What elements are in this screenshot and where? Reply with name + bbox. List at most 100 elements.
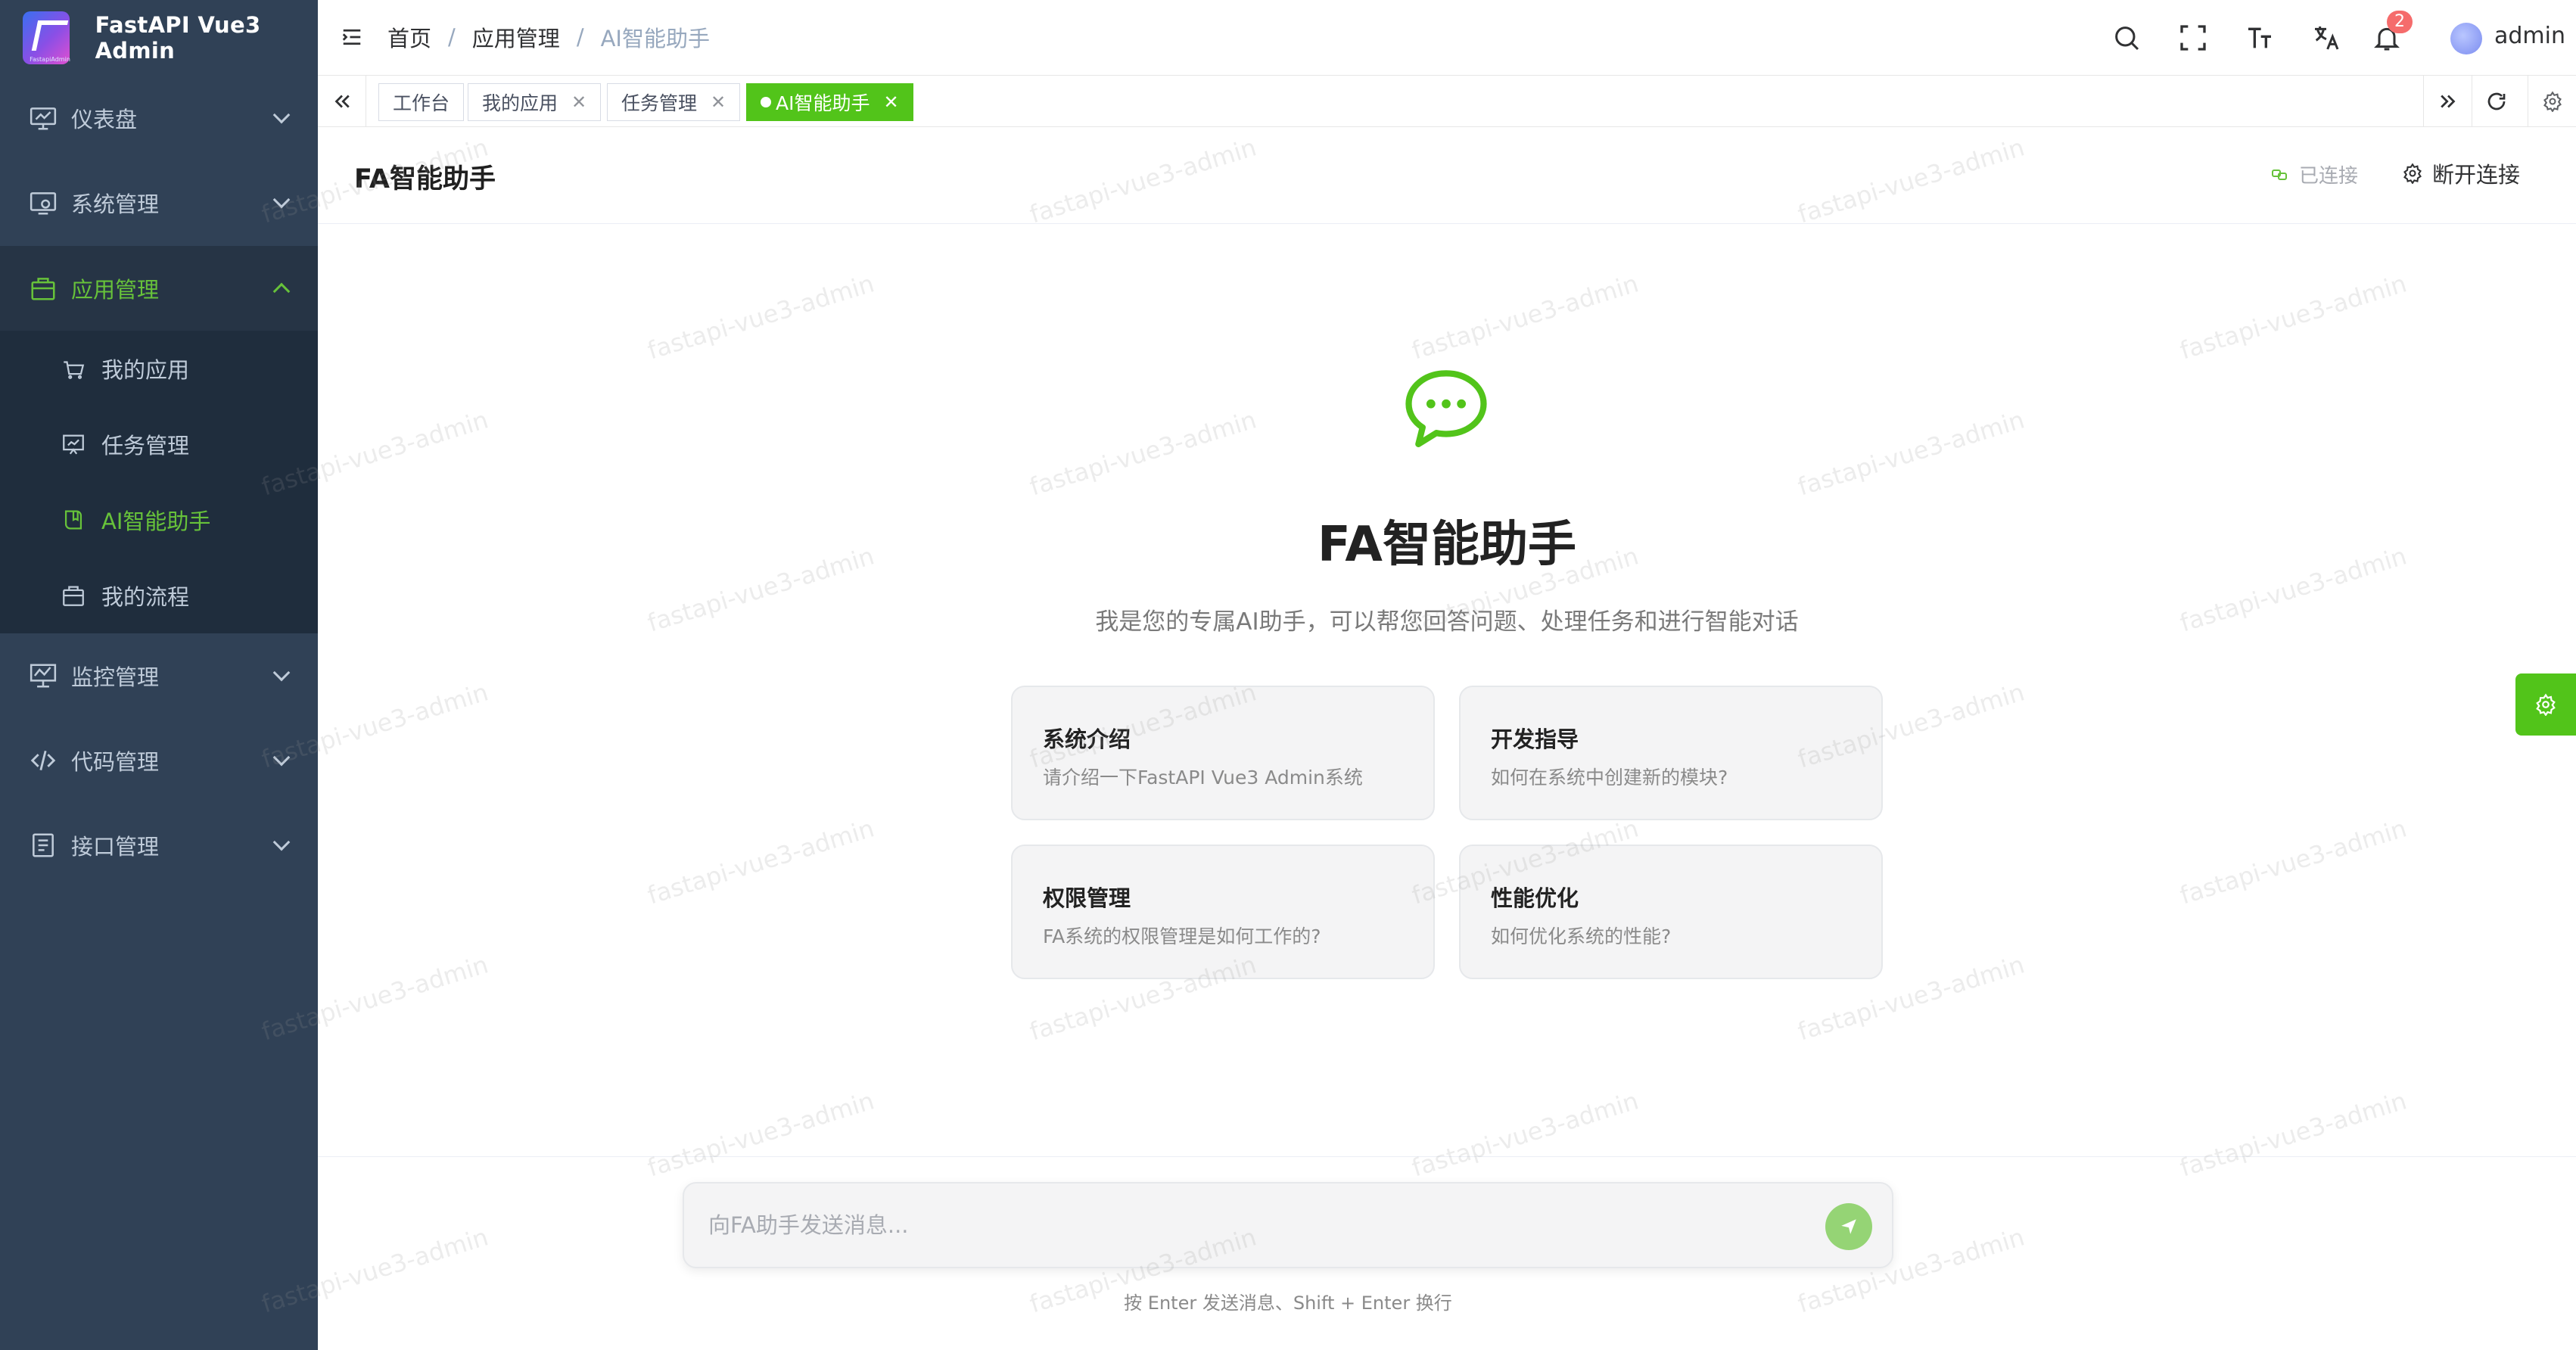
app-logo: FastapiAdmin — [23, 11, 70, 64]
watermark-text: fastapi-vue3-admin — [2176, 269, 2410, 365]
tag-label: 我的应用 — [482, 92, 558, 114]
tag-ai-assistant[interactable]: AI智能助手 ✕ — [746, 83, 913, 121]
send-button[interactable] — [1825, 1203, 1872, 1250]
breadcrumb-separator: / — [448, 24, 456, 50]
active-dot-icon — [761, 97, 771, 107]
sidebar-subitem-my-apps[interactable]: 我的应用 — [0, 331, 318, 406]
card-description: FA系统的权限管理是如何工作的? — [1043, 925, 1321, 947]
watermark-text: fastapi-vue3-admin — [1794, 405, 2028, 502]
sidebar-item-label: 接口管理 — [71, 834, 160, 860]
sidebar-subitem-my-flows[interactable]: 我的流程 — [0, 558, 318, 633]
refresh-button[interactable] — [2472, 76, 2520, 127]
suggestion-card[interactable]: 性能优化 如何优化系统的性能? — [1459, 845, 1883, 979]
sidebar-item-label: 仪表盘 — [71, 107, 138, 132]
sidebar-item-monitoring[interactable]: 监控管理 — [0, 633, 318, 718]
refresh-icon — [2487, 92, 2505, 110]
watermark-text: fastapi-vue3-admin — [2176, 813, 2410, 910]
tags-bar: 工作台 我的应用 ✕ 任务管理 ✕ AI智能助手 ✕ — [318, 76, 2576, 127]
sidebar-item-system[interactable]: 系统管理 — [0, 160, 318, 245]
briefcase-icon — [63, 586, 84, 606]
username[interactable]: admin — [2494, 23, 2565, 49]
ai-book-icon — [64, 510, 82, 530]
breadcrumb-separator: / — [576, 24, 584, 50]
disconnect-button[interactable]: 断开连接 — [2402, 157, 2520, 189]
watermark-text: fastapi-vue3-admin — [644, 813, 878, 910]
suggestion-card[interactable]: 开发指导 如何在系统中创建新的模块? — [1459, 686, 1883, 820]
watermark-text: fastapi-vue3-admin — [644, 541, 878, 638]
avatar[interactable] — [2450, 23, 2482, 54]
message-input[interactable] — [708, 1206, 1790, 1244]
basket-icon — [64, 361, 85, 379]
sidebar-subitem-label: 我的应用 — [101, 357, 190, 383]
watermark-text: fastapi-vue3-admin — [644, 269, 878, 365]
chevron-down-icon — [272, 664, 291, 682]
system-icon — [30, 192, 57, 215]
close-icon[interactable]: ✕ — [711, 92, 726, 113]
card-description: 如何在系统中创建新的模块? — [1491, 767, 1728, 789]
tag-tasks[interactable]: 任务管理 ✕ — [607, 83, 741, 121]
connection-status: 已连接 — [2270, 160, 2358, 188]
tag-my-apps[interactable]: 我的应用 ✕ — [468, 83, 602, 121]
sidebar-subitem-label: 我的流程 — [101, 584, 190, 610]
breadcrumb-app-management[interactable]: 应用管理 — [472, 21, 560, 53]
gear-icon — [2543, 91, 2562, 112]
chevron-up-icon — [272, 282, 291, 300]
sidebar-item-code[interactable]: 代码管理 — [0, 718, 318, 803]
sidebar-subitem-ai-assistant[interactable]: AI智能助手 — [0, 482, 318, 558]
page-header: FA智能助手 已连接 断开连接 — [318, 127, 2576, 224]
translate-icon[interactable] — [2311, 23, 2341, 53]
breadcrumb: 首页 / 应用管理 / AI智能助手 — [387, 21, 710, 53]
card-title: 性能优化 — [1491, 885, 1579, 911]
send-icon — [1841, 1219, 1856, 1234]
welcome-subtitle: 我是您的专属AI助手，可以帮您回答问题、处理任务和进行智能对话 — [1095, 608, 1799, 636]
sidebar-subitem-label: 任务管理 — [101, 433, 190, 459]
breadcrumb-home[interactable]: 首页 — [387, 21, 431, 53]
floating-settings-button[interactable] — [2515, 673, 2576, 736]
tag-label: 任务管理 — [621, 92, 698, 114]
tags-scroll-left-button[interactable] — [318, 76, 366, 127]
logo-area[interactable]: FastapiAdmin FastAPI Vue3 Admin — [0, 0, 318, 76]
bag-icon — [31, 278, 55, 300]
topbar: 首页 / 应用管理 / AI智能助手 2 admin — [318, 0, 2576, 76]
welcome-title: FA智能助手 — [1318, 517, 1576, 573]
sidebar-subitem-label: AI智能助手 — [101, 509, 211, 534]
logo-caption: FastapiAdmin — [30, 56, 70, 63]
sidebar-item-label: 应用管理 — [71, 277, 160, 303]
sidebar-subitem-tasks[interactable]: 任务管理 — [0, 406, 318, 482]
suggestion-card[interactable]: 系统介绍 请介绍一下FastAPI Vue3 Admin系统 — [1011, 686, 1435, 820]
code-icon — [30, 750, 56, 771]
sidebar-toggle-icon[interactable] — [341, 26, 363, 48]
watermark-text: fastapi-vue3-admin — [1026, 405, 1260, 502]
sidebar-item-api[interactable]: 接口管理 — [0, 803, 318, 888]
suggestion-card[interactable]: 权限管理 FA系统的权限管理是如何工作的? — [1011, 845, 1435, 979]
app-title: FastAPI Vue3 Admin — [95, 12, 261, 64]
sidebar-item-app-management[interactable]: 应用管理 — [0, 246, 318, 331]
page-title: FA智能助手 — [354, 164, 496, 194]
gear-icon — [2403, 163, 2422, 184]
chevron-down-icon — [272, 748, 291, 767]
gear-icon — [2536, 693, 2556, 716]
fullscreen-icon[interactable] — [2178, 23, 2208, 53]
input-hint: 按 Enter 发送消息、Shift + Enter 换行 — [1124, 1292, 1452, 1314]
breadcrumb-current: AI智能助手 — [600, 26, 710, 51]
connected-icon — [2272, 169, 2287, 180]
search-icon[interactable] — [2111, 23, 2142, 53]
sidebar-item-dashboard[interactable]: 仪表盘 — [0, 76, 318, 160]
sidebar-item-label: 监控管理 — [71, 664, 160, 690]
close-icon[interactable]: ✕ — [883, 92, 898, 113]
font-size-icon[interactable] — [2245, 23, 2275, 53]
chevron-down-icon — [272, 106, 291, 124]
card-description: 请介绍一下FastAPI Vue3 Admin系统 — [1043, 767, 1363, 789]
monitor-icon — [30, 107, 57, 130]
watermark-text: fastapi-vue3-admin — [2176, 541, 2410, 638]
tags-settings-button[interactable] — [2528, 76, 2576, 127]
chart-monitor-icon — [30, 664, 57, 688]
sidebar: FastapiAdmin FastAPI Vue3 Admin 仪表盘 系统管理… — [0, 0, 318, 1350]
tag-label: 工作台 — [393, 92, 450, 114]
close-icon[interactable]: ✕ — [571, 92, 586, 113]
tag-workbench[interactable]: 工作台 — [378, 83, 465, 121]
tags-scroll-right-button[interactable] — [2423, 76, 2472, 127]
card-title: 权限管理 — [1043, 885, 1131, 911]
double-chevron-right-icon — [2440, 95, 2455, 108]
document-icon — [33, 833, 54, 857]
